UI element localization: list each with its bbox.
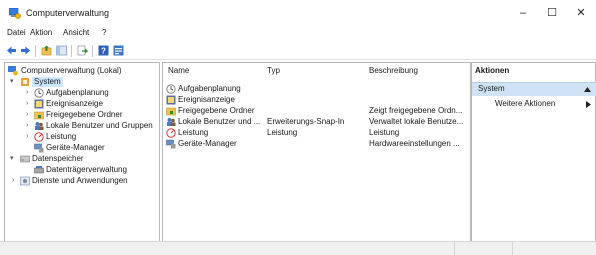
chevron-right-icon[interactable]: › [26, 110, 28, 120]
maximize-button[interactable]: ☐ [537, 5, 567, 21]
list-item-description: Hardwareeinstellungen ... [369, 139, 460, 148]
users-icon [167, 118, 176, 126]
actions-section-label: System [478, 84, 505, 93]
chevron-down-icon[interactable]: ▾ [10, 77, 14, 87]
collapse-up-icon[interactable] [584, 87, 591, 92]
status-bar [0, 241, 596, 255]
tools-icon [21, 78, 29, 86]
shared-folder-icon [166, 107, 176, 116]
list-item-name: Aufgabenplanung [178, 84, 241, 93]
close-button[interactable]: ✕ [566, 5, 596, 21]
window-title: Computerverwaltung [26, 8, 110, 18]
actions-header: Aktionen [475, 66, 510, 75]
menu-help[interactable]: ? [102, 28, 106, 37]
tree-item-label: Leistung [46, 132, 77, 141]
list-item-name: Geräte-Manager [178, 139, 237, 148]
tree-item-aufgabenplanung[interactable]: › Aufgabenplanung [8, 88, 158, 98]
more-actions-link[interactable]: Weitere Aktionen [495, 99, 555, 108]
list-item-description: Leistung [369, 128, 400, 137]
title-bar: Computerverwaltung – ☐ ✕ [0, 0, 596, 26]
event-viewer-icon [166, 95, 176, 105]
tree-item-label: Ereignisanzeige [46, 99, 103, 108]
column-header-typ[interactable]: Typ [267, 66, 280, 75]
list-item[interactable]: Freigegebene Ordner Zeigt freigegebene O… [166, 106, 466, 116]
list-item[interactable]: Ereignisanzeige [166, 95, 466, 105]
event-viewer-icon [34, 99, 44, 109]
list-item[interactable]: Lokale Benutzer und ... Erweiterungs-Sna… [166, 117, 466, 127]
list-item-type: Leistung [267, 128, 298, 137]
clock-icon [34, 88, 44, 98]
svg-text:?: ? [101, 47, 106, 56]
device-manager-icon [166, 139, 176, 149]
list-item-type: Erweiterungs-Snap-In [267, 117, 345, 126]
clock-icon [166, 84, 176, 94]
tree-item-label: Datenträgerverwaltung [46, 165, 127, 174]
chevron-right-icon[interactable]: › [26, 99, 28, 109]
tree-item-freigegebene-ordner[interactable]: › Freigegebene Ordner [8, 110, 158, 120]
list-item[interactable]: Aufgabenplanung [166, 84, 466, 94]
list-item-name: Leistung [178, 128, 209, 137]
list-item-name: Lokale Benutzer und ... [178, 117, 261, 126]
computer-management-icon [9, 8, 21, 19]
tree-item-system-label: System [32, 77, 63, 87]
users-icon [35, 122, 44, 130]
menu-datei[interactable]: Datei [7, 28, 26, 37]
services-icon [20, 176, 30, 186]
forward-arrow-icon[interactable] [20, 45, 31, 56]
list-item-name: Freigegebene Ordner [178, 106, 255, 115]
tree-item-label: Datenspeicher [32, 154, 84, 163]
disk-management-icon [34, 166, 44, 174]
computer-management-icon [8, 66, 18, 76]
chevron-down-icon[interactable]: ▾ [10, 154, 14, 164]
help-icon[interactable]: ? [98, 45, 109, 56]
tree-item-datenspeicher[interactable]: ▾ Datenspeicher [8, 154, 158, 164]
properties-icon[interactable] [113, 45, 124, 56]
list-item[interactable]: Leistung Leistung Leistung [166, 128, 466, 138]
tree-item-geraete-manager[interactable]: Geräte-Manager [8, 143, 158, 153]
tree-item-label: Lokale Benutzer und Gruppen [46, 121, 153, 130]
chevron-right-icon[interactable]: › [26, 121, 28, 131]
tree-item-label: Freigegebene Ordner [46, 110, 123, 119]
list-item-description: Verwaltet lokale Benutze... [369, 117, 464, 126]
tree-root[interactable]: Computerverwaltung (Lokal) [8, 66, 158, 76]
tree-item-lokale-benutzer[interactable]: › Lokale Benutzer und Gruppen [8, 121, 158, 131]
tree-item-dienste[interactable]: › Dienste und Anwendungen [8, 176, 158, 186]
chevron-right-icon[interactable]: › [26, 88, 28, 98]
list-item-description: Zeigt freigegebene Ordn... [369, 106, 463, 115]
tree-item-label: Geräte-Manager [46, 143, 105, 152]
menu-bar: Datei Aktion Ansicht ? [0, 28, 596, 40]
tree-root-label: Computerverwaltung (Lokal) [21, 66, 122, 75]
toolbar: ? [0, 43, 596, 60]
actions-section-system[interactable]: System [472, 82, 596, 96]
submenu-arrow-icon[interactable] [586, 101, 591, 108]
column-header-name[interactable]: Name [168, 66, 189, 75]
performance-icon [34, 132, 44, 142]
column-header-beschreibung[interactable]: Beschreibung [369, 66, 418, 75]
menu-aktion[interactable]: Aktion [30, 28, 52, 37]
storage-icon [20, 155, 30, 163]
tree-item-leistung[interactable]: › Leistung [8, 132, 158, 142]
menu-ansicht[interactable]: Ansicht [63, 28, 89, 37]
shared-folder-icon [34, 111, 44, 120]
tree-item-label: Aufgabenplanung [46, 88, 109, 97]
chevron-right-icon[interactable]: › [26, 132, 28, 142]
tree-item-label: Dienste und Anwendungen [32, 176, 128, 185]
up-folder-icon[interactable] [41, 45, 52, 56]
device-manager-icon [34, 143, 44, 153]
list-item[interactable]: Geräte-Manager Hardwareeinstellungen ... [166, 139, 466, 149]
tree-item-datentraegerverwaltung[interactable]: Datenträgerverwaltung [8, 165, 158, 175]
tree-item-ereignisanzeige[interactable]: › Ereignisanzeige [8, 99, 158, 109]
minimize-button[interactable]: – [508, 5, 538, 21]
back-arrow-icon[interactable] [6, 45, 17, 56]
tree-item-system[interactable]: ▾ System [8, 77, 158, 87]
show-hide-tree-icon[interactable] [56, 45, 67, 56]
list-item-name: Ereignisanzeige [178, 95, 235, 104]
export-icon[interactable] [77, 45, 88, 56]
chevron-right-icon[interactable]: › [12, 176, 14, 186]
performance-icon [166, 128, 176, 138]
